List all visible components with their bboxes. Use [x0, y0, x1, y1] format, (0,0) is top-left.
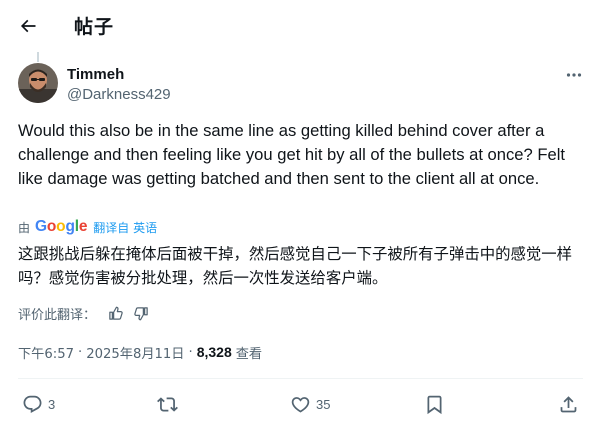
repost-icon [157, 396, 178, 412]
thumbs-up-icon [108, 306, 123, 320]
author-handle[interactable]: @Darkness429 [67, 86, 171, 103]
avatar[interactable] [18, 63, 58, 103]
view-count-label: 查看 [235, 346, 263, 362]
like-count: 35 [316, 396, 331, 412]
like-button[interactable]: 35 [290, 390, 330, 418]
view-count[interactable]: 8,328 [197, 344, 232, 360]
bookmark-icon [427, 395, 442, 414]
reply-icon [23, 395, 42, 413]
arrow-left-icon [20, 19, 36, 33]
translation-source-link[interactable]: 翻译自 英语 [93, 219, 157, 236]
divider [18, 378, 583, 379]
translation-attribution: 由 Google 翻译自 英语 [18, 218, 157, 236]
tweet-date[interactable]: 2025年8月11日 [86, 343, 184, 362]
bookmark-button[interactable] [424, 390, 445, 418]
reply-button[interactable]: 3 [22, 390, 55, 418]
repost-button[interactable] [157, 390, 183, 418]
translated-by-prefix: 由 [18, 220, 31, 235]
share-icon [560, 395, 577, 412]
thread-connector-line [37, 52, 39, 62]
thumbs-down-button[interactable] [130, 302, 152, 324]
back-button[interactable] [10, 8, 46, 44]
translated-text: 这跟挑战后躲在掩体后面被干掉，然后感觉自己一下子被所有子弹击中的感觉一样吗？感觉… [18, 245, 573, 287]
more-horizontal-icon [566, 73, 582, 77]
top-bar: 帖子 [0, 0, 591, 52]
thumbs-up-button[interactable] [104, 302, 126, 324]
page-title: 帖子 [74, 16, 115, 38]
thumbs-down-icon [133, 306, 148, 320]
reply-count: 3 [48, 396, 56, 412]
google-logo: Google [35, 218, 88, 235]
avatar-image [18, 63, 58, 103]
tweet-meta: 下午6:57 · 2025年8月11日 · 8,328 查看 [18, 342, 262, 362]
tweet-time[interactable]: 下午6:57 [18, 343, 74, 362]
heart-icon [291, 396, 310, 413]
more-options-button[interactable] [560, 64, 588, 86]
author-name[interactable]: Timmeh [67, 66, 124, 83]
rate-translation-label: 评价此翻译： [18, 307, 97, 323]
meta-separator: · [188, 344, 193, 360]
meta-separator: · [78, 344, 83, 360]
rate-translation: 评价此翻译： [18, 302, 152, 324]
tweet-text: Would this also be in the same line as g… [18, 121, 566, 188]
share-button[interactable] [558, 390, 579, 418]
